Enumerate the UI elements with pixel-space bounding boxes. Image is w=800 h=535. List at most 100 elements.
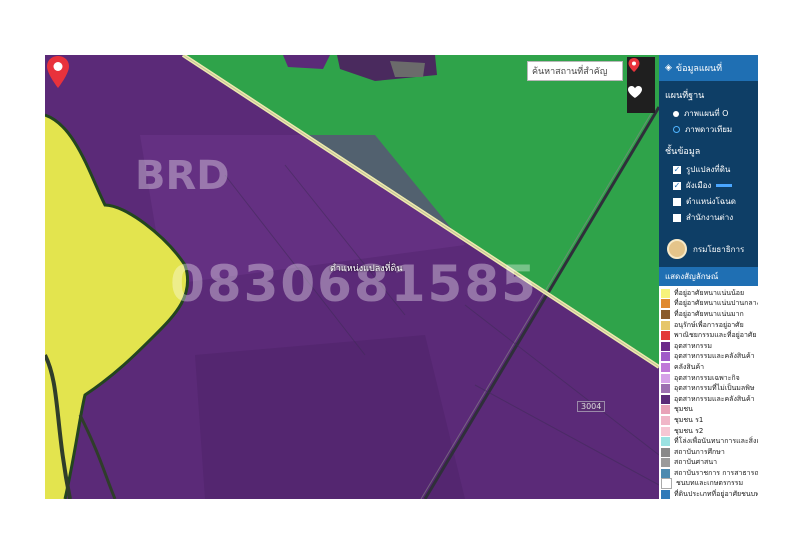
legend-swatch	[661, 490, 670, 499]
panel-header-label: ข้อมูลแผนที่	[675, 64, 723, 74]
landmark-search-input[interactable]: ค้นหาสถานที่สำคัญ	[527, 61, 623, 81]
legend-swatch	[661, 352, 670, 362]
legend-label: สถาบันศาสนา	[674, 458, 718, 467]
agency-row[interactable]: กรมโยธาธิการ	[659, 231, 758, 267]
legend-label: อุตสาหกรรม	[674, 341, 712, 350]
layers-icon: ◈	[665, 63, 672, 73]
layer-toggle-cityplan[interactable]: ✓ ผังเมือง	[673, 179, 752, 192]
legend-label: อนุรักษ์เพื่อการอยู่อาศัย	[674, 320, 744, 329]
legend-item: ที่อยู่อาศัยหนาแน่นน้อย	[661, 288, 758, 299]
legend-item: สถาบันราชการ การสาธารณูปโภค	[661, 468, 758, 479]
basemap-option-satellite[interactable]: ภาพดาวเทียม	[673, 123, 752, 136]
legend-item: สถาบันศาสนา	[661, 458, 758, 469]
checkbox-checked-icon: ✓	[673, 180, 681, 190]
legend-swatch	[661, 405, 670, 415]
legend-label: ที่อยู่อาศัยหนาแน่นน้อย	[674, 288, 745, 297]
legend-item: คลังสินค้า	[661, 362, 758, 373]
legend-label: ชุมชน	[674, 405, 693, 414]
legend-swatch	[661, 288, 670, 298]
legend-label: ที่ดินประเภทที่อยู่อาศัยชนบท	[674, 490, 758, 499]
layer-toggle-parcel[interactable]: ✓ รูปแปลงที่ดิน	[673, 163, 752, 176]
layer-label: รูปแปลงที่ดิน	[686, 165, 731, 174]
legend-swatch	[661, 309, 670, 319]
zoning-map	[45, 55, 659, 499]
map-screenshot-frame: BRD 0830681585 ค้นหาสถานที่สำคัญ ตำแหน่ง…	[45, 55, 758, 499]
legend-label: ชุมชน ร1	[674, 415, 704, 424]
zoning-legend: ที่อยู่อาศัยหนาแน่นน้อยที่อยู่อาศัยหนาแน…	[659, 286, 758, 499]
favorite-button[interactable]	[627, 85, 655, 113]
legend-swatch	[661, 437, 670, 447]
opacity-slider[interactable]	[716, 184, 733, 187]
legend-item: อนุรักษ์เพื่อการอยู่อาศัย	[661, 320, 758, 331]
legend-item: อุตสาหกรรมที่ไม่เป็นมลพิษ	[661, 383, 758, 394]
legend-label: สถาบันราชการ การสาธารณูปโภค	[674, 468, 758, 477]
layer-label: ตำแหน่งโฉนด	[686, 197, 736, 206]
checkbox-checked-icon: ✓	[673, 164, 681, 174]
legend-item: อุตสาหกรรม	[661, 341, 758, 352]
legend-swatch	[661, 447, 670, 457]
panel-header[interactable]: ◈ ข้อมูลแผนที่	[659, 55, 758, 81]
map-info-panel: ◈ ข้อมูลแผนที่ แผนที่ฐาน ภาพแผนที่ O ภาพ…	[659, 55, 758, 499]
legend-label: อุตสาหกรรมที่ไม่เป็นมลพิษ	[674, 384, 755, 393]
legend-item: ชุมชน	[661, 405, 758, 416]
legend-swatch	[661, 426, 670, 436]
legend-label: ที่อยู่อาศัยหนาแน่นปานกลาง	[674, 299, 758, 308]
layers-title: ชั้นข้อมูล	[665, 147, 701, 157]
legend-title[interactable]: แสดงสัญลักษณ์	[659, 267, 758, 286]
legend-item: ที่โล่งเพื่อนันทนาการและสิ่งแวดล้อม	[661, 436, 758, 447]
legend-item: ที่อยู่อาศัยหนาแน่นปานกลาง	[661, 299, 758, 310]
agency-name: กรมโยธาธิการ	[693, 244, 745, 254]
legend-label: ชุมชน ร2	[674, 426, 704, 435]
map-canvas[interactable]: BRD 0830681585 ค้นหาสถานที่สำคัญ ตำแหน่ง…	[45, 55, 659, 499]
legend-item: ที่อยู่อาศัยหนาแน่นมาก	[661, 309, 758, 320]
legend-swatch	[661, 341, 670, 351]
legend-item: อุตสาหกรรมและคลังสินค้า	[661, 352, 758, 363]
legend-swatch	[661, 362, 670, 372]
basemap-section: แผนที่ฐาน ภาพแผนที่ O ภาพดาวเทียม ชั้นข้…	[659, 81, 758, 231]
legend-item: พาณิชยกรรมและที่อยู่อาศัย	[661, 330, 758, 341]
basemap-title: แผนที่ฐาน	[665, 91, 705, 101]
legend-item: ชนบทและเกษตรกรรม	[661, 478, 758, 490]
legend-label: อุตสาหกรรมและคลังสินค้า	[674, 394, 755, 403]
legend-label: ที่อยู่อาศัยหนาแน่นมาก	[674, 309, 744, 318]
layer-toggle-deed[interactable]: ตำแหน่งโฉนด	[673, 195, 752, 208]
radio-unselected-icon	[673, 126, 680, 133]
legend-label: พาณิชยกรรมและที่อยู่อาศัย	[674, 331, 757, 340]
map-pin-icon	[628, 58, 640, 72]
checkbox-unchecked-icon	[673, 213, 681, 222]
legend-item: อุตสาหกรรมและคลังสินค้า	[661, 394, 758, 405]
legend-label: สถาบันการศึกษา	[674, 447, 725, 456]
basemap-option-label: ภาพแผนที่ O	[684, 109, 729, 118]
layer-label: ผังเมือง	[686, 181, 712, 190]
basemap-option-map[interactable]: ภาพแผนที่ O	[673, 107, 752, 120]
legend-swatch	[661, 478, 672, 490]
legend-label: อุตสาหกรรมเฉพาะกิจ	[674, 373, 740, 382]
legend-label: อุตสาหกรรมและคลังสินค้า	[674, 352, 755, 361]
legend-item: ชุมชน ร1	[661, 415, 758, 426]
layer-toggle-offices[interactable]: สำนักงานต่าง	[673, 211, 752, 224]
agency-logo	[667, 239, 687, 259]
legend-item: อุตสาหกรรมเฉพาะกิจ	[661, 373, 758, 384]
legend-item: ที่ดินประเภทที่อยู่อาศัยชนบท	[661, 489, 758, 499]
layer-label: สำนักงานต่าง	[686, 213, 734, 222]
legend-item: ชุมชน ร2	[661, 426, 758, 437]
legend-swatch	[661, 331, 670, 341]
legend-swatch	[661, 415, 670, 425]
legend-swatch	[661, 373, 670, 383]
legend-swatch	[661, 384, 670, 394]
checkbox-unchecked-icon	[673, 197, 681, 206]
road-number-label: 3004	[577, 401, 606, 412]
pin-label: ตำแหน่งแปลงที่ดิน	[330, 264, 403, 274]
basemap-option-label: ภาพดาวเทียม	[685, 125, 733, 134]
legend-swatch	[661, 320, 670, 330]
location-pin-icon[interactable]	[45, 55, 71, 89]
map-pin-button[interactable]	[627, 57, 655, 85]
legend-swatch	[661, 394, 670, 404]
heart-icon	[628, 86, 642, 98]
legend-item: สถาบันการศึกษา	[661, 447, 758, 458]
radio-selected-icon	[673, 110, 679, 117]
legend-label: ชนบทและเกษตรกรรม	[676, 479, 744, 488]
legend-swatch	[661, 468, 670, 478]
legend-swatch	[661, 299, 670, 309]
legend-swatch	[661, 458, 670, 468]
